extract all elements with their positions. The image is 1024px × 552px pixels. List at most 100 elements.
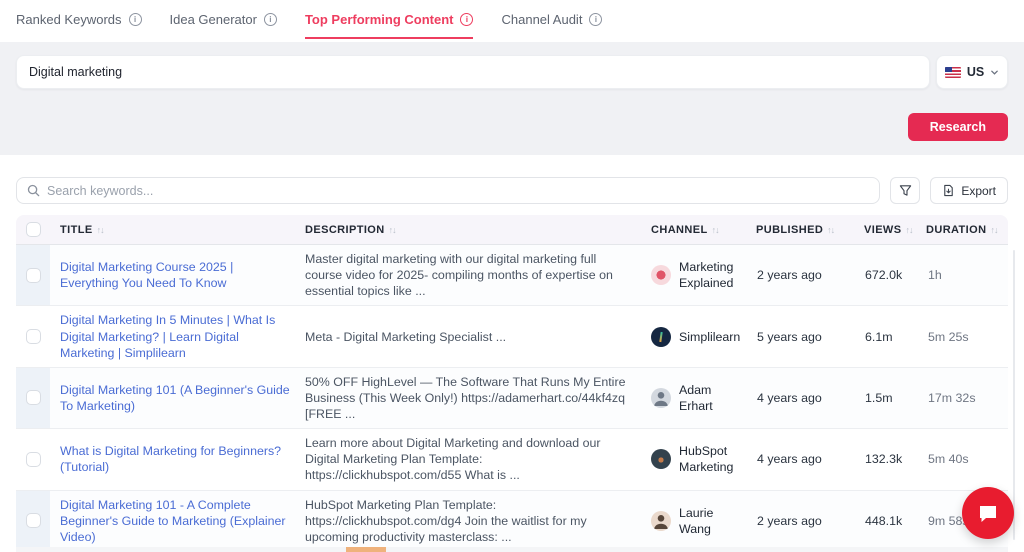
published-value: 5 years ago	[757, 329, 822, 344]
column-header-description[interactable]: DESCRIPTION ↑↓	[305, 224, 645, 236]
channel-cell: Laurie Wang	[645, 499, 750, 543]
sort-icon[interactable]: ↑↓	[827, 225, 835, 235]
video-description: HubSpot Marketing Plan Template: https:/…	[305, 497, 587, 544]
row-checkbox[interactable]	[25, 513, 41, 529]
info-icon[interactable]: i	[589, 13, 603, 26]
research-button[interactable]: Research	[907, 113, 1008, 141]
channel-name: Laurie Wang	[679, 505, 714, 536]
us-flag-icon	[944, 66, 961, 78]
tab-channel-audit[interactable]: Channel Audit i	[501, 0, 603, 39]
channel-cell: Marketing Explained	[645, 253, 750, 297]
table-body: Digital Marketing Course 2025 | Everythi…	[16, 245, 1008, 552]
sort-icon[interactable]: ↑↓	[712, 225, 720, 235]
results-table: TITLE ↑↓ DESCRIPTION ↑↓ CHANNEL ↑↓ PUBLI…	[16, 215, 1008, 552]
tab-idea-generator[interactable]: Idea Generator i	[170, 0, 277, 39]
sort-icon[interactable]: ↑↓	[990, 225, 998, 235]
tab-label: Channel Audit	[501, 12, 583, 27]
chevron-down-icon	[991, 70, 999, 75]
channel-name: Adam Erhart	[679, 382, 713, 413]
channel-avatar	[651, 387, 671, 408]
search-keywords-input[interactable]	[47, 183, 870, 198]
column-header-channel[interactable]: CHANNEL ↑↓	[645, 224, 750, 236]
channel-name: Simplilearn	[679, 329, 741, 344]
info-icon[interactable]: i	[263, 13, 277, 26]
video-title-link[interactable]: Digital Marketing In 5 Minutes | What Is…	[50, 306, 305, 366]
table-header: TITLE ↑↓ DESCRIPTION ↑↓ CHANNEL ↑↓ PUBLI…	[16, 215, 1008, 245]
table-row: Digital Marketing In 5 Minutes | What Is…	[16, 306, 1008, 368]
row-checkbox-cell	[16, 429, 50, 489]
export-button[interactable]: Export	[930, 177, 1008, 204]
channel-avatar	[651, 449, 671, 470]
table-scrollbar[interactable]	[1013, 250, 1015, 540]
views-value: 132.3k	[865, 452, 903, 467]
channel-avatar	[651, 265, 671, 286]
sort-icon[interactable]: ↑↓	[389, 225, 397, 235]
duration-value: 1h	[928, 268, 942, 283]
top-performing-content-page: Ranked Keywords i Idea Generator i Top P…	[0, 0, 1024, 552]
channel-cell: Adam Erhart	[645, 376, 750, 420]
keyword-query-input[interactable]	[16, 55, 930, 89]
video-description: 50% OFF HighLevel — The Software That Ru…	[305, 374, 626, 421]
table-row: What is Digital Marketing for Beginners?…	[16, 429, 1008, 491]
info-icon[interactable]: i	[460, 13, 474, 26]
views-value: 448.1k	[865, 513, 903, 528]
channel-name: HubSpot Marketing	[679, 444, 734, 475]
duration-value: 5m 25s	[928, 329, 969, 344]
column-header-published[interactable]: PUBLISHED ↑↓	[750, 224, 858, 236]
published-value: 2 years ago	[757, 513, 822, 528]
sort-icon[interactable]: ↑↓	[97, 225, 105, 235]
tab-top-performing-content[interactable]: Top Performing Content i	[304, 0, 474, 39]
row-checkbox-cell	[16, 367, 50, 429]
channel-cell: HubSpot Marketing	[645, 437, 750, 481]
table-row: Digital Marketing 101 (A Beginner's Guid…	[16, 367, 1008, 430]
sort-icon[interactable]: ↑↓	[905, 225, 913, 235]
filter-button[interactable]	[890, 177, 921, 204]
tab-label: Top Performing Content	[304, 12, 454, 27]
row-checkbox-cell	[16, 245, 50, 306]
query-panel: US Research	[0, 42, 1024, 155]
column-header-duration[interactable]: DURATION ↑↓	[920, 224, 1008, 236]
column-header-title[interactable]: TITLE ↑↓	[50, 224, 305, 236]
table-row: Digital Marketing Course 2025 | Everythi…	[16, 245, 1008, 307]
published-value: 2 years ago	[757, 268, 822, 283]
region-selector[interactable]: US	[936, 55, 1008, 89]
views-value: 1.5m	[865, 390, 893, 405]
video-title-link[interactable]: Digital Marketing 101 - A Complete Begin…	[50, 491, 305, 551]
row-checkbox[interactable]	[25, 329, 41, 345]
chat-widget-button[interactable]	[962, 487, 1014, 539]
channel-name: Marketing Explained	[679, 260, 734, 291]
published-value: 4 years ago	[757, 390, 822, 405]
next-row-partial-chip	[346, 547, 386, 552]
keyword-search-box[interactable]	[16, 177, 881, 204]
table-row: Digital Marketing 101 - A Complete Begin…	[16, 490, 1008, 552]
video-title-link[interactable]: Digital Marketing Course 2025 | Everythi…	[50, 253, 305, 297]
video-description: Learn more about Digital Marketing and d…	[305, 436, 601, 483]
video-title-link[interactable]: Digital Marketing 101 (A Beginner's Guid…	[50, 376, 305, 420]
info-icon[interactable]: i	[128, 13, 142, 26]
select-all-checkbox[interactable]	[25, 222, 41, 237]
tabs-bar: Ranked Keywords i Idea Generator i Top P…	[0, 0, 1024, 42]
row-checkbox-cell	[16, 306, 50, 366]
row-checkbox[interactable]	[25, 451, 41, 467]
views-value: 672.0k	[865, 268, 903, 283]
channel-avatar	[651, 326, 671, 347]
export-file-icon	[944, 184, 954, 197]
published-value: 4 years ago	[757, 452, 822, 467]
row-checkbox-cell	[16, 490, 50, 551]
column-header-views[interactable]: VIEWS ↑↓	[858, 224, 920, 236]
video-description: Master digital marketing with our digita…	[305, 252, 613, 299]
duration-value: 5m 40s	[928, 452, 969, 467]
region-code: US	[966, 65, 985, 79]
duration-value: 17m 32s	[928, 390, 976, 405]
views-value: 6.1m	[865, 329, 893, 344]
tab-label: Idea Generator	[169, 12, 257, 27]
row-checkbox[interactable]	[25, 390, 41, 406]
chat-icon	[980, 506, 996, 522]
tab-ranked-keywords[interactable]: Ranked Keywords i	[16, 0, 142, 39]
video-description: Meta - Digital Marketing Specialist ...	[305, 329, 507, 344]
filter-funnel-icon	[899, 185, 911, 196]
video-title-link[interactable]: What is Digital Marketing for Beginners?…	[50, 437, 305, 481]
row-checkbox[interactable]	[25, 267, 41, 283]
header-checkbox-cell	[16, 215, 50, 244]
table-toolbar: Export	[16, 177, 1008, 204]
